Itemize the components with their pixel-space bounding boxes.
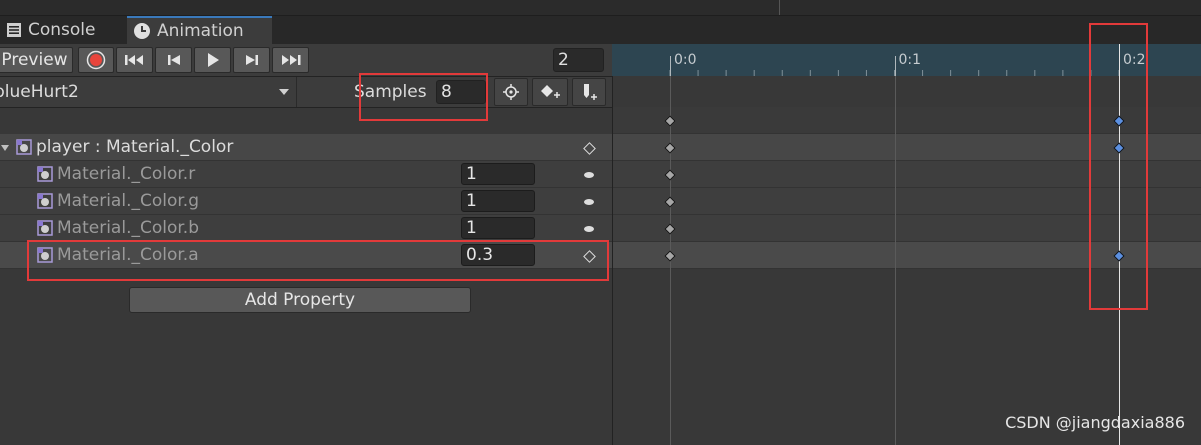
step-back-icon (167, 55, 180, 65)
first-keyframe-button[interactable] (116, 47, 153, 73)
property-group-label: player : Material._Color (36, 137, 234, 157)
expand-triangle-icon[interactable] (0, 143, 10, 153)
frame-value: 2 (558, 50, 569, 70)
keyframe-toggle-icon[interactable] (584, 226, 594, 232)
next-keyframe-button[interactable] (233, 47, 270, 73)
property-row[interactable]: Material._Color.r 1 (0, 161, 612, 188)
skip-to-end-icon (281, 55, 300, 65)
frame-field[interactable]: 2 (553, 48, 604, 72)
add-property-button[interactable]: Add Property (129, 287, 471, 313)
property-value: 1 (466, 191, 477, 211)
keyframe-toggle-icon[interactable] (584, 199, 594, 205)
highlight-box-samples (359, 73, 488, 121)
property-label: Material._Color.r (57, 164, 196, 184)
console-icon (7, 23, 21, 37)
add-property-label: Add Property (244, 290, 356, 310)
tab-console[interactable]: Console (0, 16, 125, 44)
property-row[interactable]: Material._Color.g 1 (0, 188, 612, 215)
tab-animation[interactable]: Animation (127, 16, 272, 44)
hierarchy-spacer (0, 108, 612, 134)
add-keyframe-icon (541, 85, 560, 98)
keyframe-toggle-icon[interactable] (583, 142, 596, 155)
material-icon (37, 220, 53, 236)
skip-to-start-icon (124, 55, 143, 65)
tab-bar: Console Animation (0, 16, 1201, 44)
preview-label: Preview (1, 50, 68, 70)
ruler-label: 0:0 (674, 52, 697, 68)
property-value-field[interactable]: 1 (461, 163, 535, 185)
property-group-row[interactable]: player : Material._Color (0, 134, 612, 161)
divider (779, 0, 780, 15)
highlight-box-alpha-row (27, 240, 609, 281)
filter-by-selection-button[interactable] (494, 78, 528, 106)
record-icon (86, 50, 106, 70)
chevron-down-icon (279, 89, 289, 95)
preview-button[interactable]: Preview (0, 47, 73, 73)
clip-name: blueHurt2 (0, 82, 79, 102)
divider (296, 77, 297, 107)
clip-row: blueHurt2 Samples 8 (0, 77, 612, 108)
add-event-button[interactable] (572, 78, 606, 106)
tab-animation-label: Animation (157, 21, 244, 41)
ruler-major-tick (670, 56, 671, 76)
add-event-icon (584, 84, 597, 100)
step-forward-icon (245, 55, 258, 65)
record-button[interactable] (78, 47, 114, 73)
play-button[interactable] (194, 47, 231, 73)
add-keyframe-button[interactable] (532, 78, 568, 106)
highlight-box-keyframe-column (1089, 23, 1148, 310)
ruler-major-tick (894, 56, 896, 76)
last-keyframe-button[interactable] (272, 47, 309, 73)
property-value-field[interactable]: 1 (461, 217, 535, 239)
clip-dropdown[interactable]: blueHurt2 (0, 77, 296, 107)
watermark: CSDN @jiangdaxia886 (1005, 413, 1185, 432)
property-label: Material._Color.g (57, 191, 199, 211)
property-value: 1 (466, 164, 477, 184)
ruler-label: 0:1 (898, 52, 922, 68)
property-value-field[interactable]: 1 (461, 190, 535, 212)
property-row[interactable]: Material._Color.b 1 (0, 215, 612, 242)
keyframe-toggle-icon[interactable] (584, 172, 594, 178)
property-value: 1 (466, 218, 477, 238)
material-icon (37, 166, 53, 182)
material-icon (37, 193, 53, 209)
material-icon (16, 139, 32, 155)
timeline-gridline (894, 76, 896, 445)
crosshair-icon (503, 84, 519, 100)
tab-console-label: Console (28, 20, 96, 40)
property-label: Material._Color.b (57, 218, 199, 238)
play-icon (207, 53, 219, 67)
top-strip (0, 0, 1201, 16)
animation-toolbar: Preview 2 (0, 44, 612, 77)
previous-keyframe-button[interactable] (155, 47, 192, 73)
clock-icon (134, 23, 150, 39)
